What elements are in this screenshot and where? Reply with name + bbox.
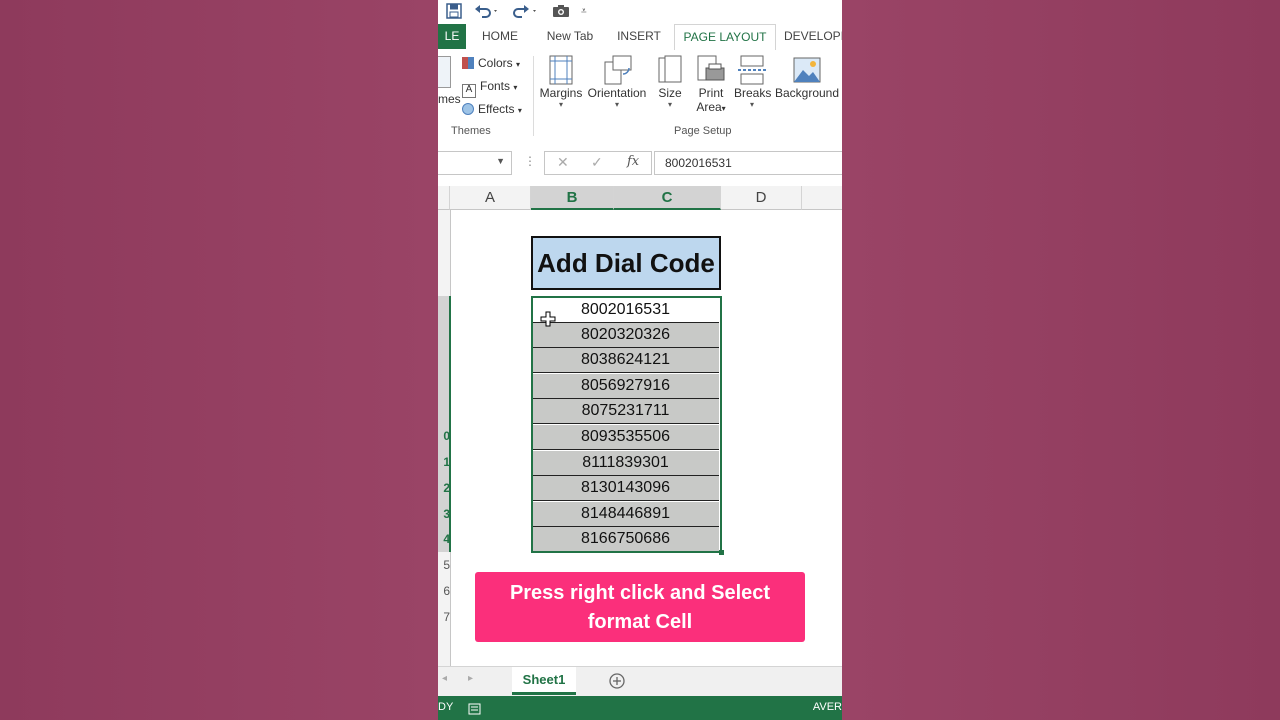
orientation-icon	[604, 55, 632, 85]
scroll-right-icon[interactable]: ▸	[468, 673, 473, 684]
breaks-button[interactable]: Breaks ▾	[734, 54, 771, 109]
background-picture-icon	[793, 57, 821, 83]
row-header-13[interactable]: 3	[438, 507, 450, 521]
tab-file[interactable]: LE	[438, 24, 466, 49]
name-box[interactable]: ▼	[438, 151, 512, 175]
ribbon-page-layout: mes Colors ▾ A Fonts ▾ Effects ▾ Themes M…	[438, 50, 842, 143]
status-ready-text: DY	[438, 701, 454, 713]
tab-page-layout[interactable]: PAGE LAYOUT	[674, 24, 776, 51]
quick-access-toolbar: ⩡	[438, 0, 842, 24]
print-area-button[interactable]: Print Area▾	[692, 54, 730, 114]
save-icon[interactable]	[446, 3, 462, 21]
size-button[interactable]: Size ▾	[654, 54, 686, 109]
chevron-down-icon: ▾	[558, 100, 563, 109]
chevron-down-icon[interactable]: ▼	[496, 156, 505, 166]
effects-button[interactable]: Effects ▾	[462, 100, 522, 118]
background-right	[842, 0, 1280, 720]
fill-handle[interactable]	[719, 550, 724, 555]
enter-icon[interactable]: ✓	[591, 154, 603, 171]
background-left	[0, 0, 438, 720]
themes-button-label[interactable]: mes	[438, 92, 461, 106]
breaks-icon	[738, 55, 766, 85]
themes-gallery-icon[interactable]	[438, 56, 451, 88]
chevron-down-icon: ▾	[667, 100, 672, 109]
themes-group-label: Themes	[451, 125, 491, 137]
instruction-callout: Press right click and Select format Cell	[475, 572, 805, 642]
title-cell[interactable]: Add Dial Code	[531, 236, 721, 290]
camera-icon[interactable]	[552, 3, 570, 21]
more-icon: ⋮	[524, 154, 536, 168]
formula-buttons: ✕ ✓ fx	[544, 151, 652, 175]
colors-button[interactable]: Colors ▾	[462, 54, 520, 72]
column-header-e[interactable]	[802, 186, 842, 210]
row-header-16[interactable]: 6	[438, 584, 450, 598]
tab-home[interactable]: HOME	[476, 24, 524, 49]
macro-record-icon[interactable]	[468, 701, 481, 720]
cancel-icon[interactable]: ✕	[557, 154, 569, 171]
callout-line-1: Press right click and Select	[509, 582, 771, 604]
status-average-text: AVER	[812, 701, 842, 713]
scroll-left-icon[interactable]: ◂	[442, 673, 447, 684]
cell-cursor-icon	[540, 311, 556, 327]
select-all-corner[interactable]	[438, 186, 450, 210]
add-sheet-icon[interactable]	[608, 672, 626, 695]
tab-insert[interactable]: INSERT	[614, 24, 664, 49]
chevron-down-icon: ▾	[749, 100, 754, 109]
background-button[interactable]: Background	[774, 54, 840, 100]
formula-bar: ▼ ⋮ ✕ ✓ fx 8002016531	[438, 142, 842, 187]
column-header-b[interactable]: B	[531, 186, 614, 210]
row-header-17[interactable]: 7	[438, 610, 450, 624]
column-header-a[interactable]: A	[450, 186, 531, 210]
insert-function-icon[interactable]: fx	[627, 154, 639, 169]
redo-icon[interactable]	[512, 3, 538, 21]
colors-icon	[462, 57, 474, 69]
undo-icon[interactable]	[474, 3, 500, 21]
row-header-11[interactable]: 1	[438, 455, 450, 469]
ribbon-tabs: LE HOME New Tab INSERT PAGE LAYOUT DEVEL…	[438, 24, 842, 51]
fonts-button[interactable]: A Fonts ▾	[462, 77, 517, 98]
row-header-14[interactable]: 4	[438, 532, 450, 546]
size-icon	[658, 55, 682, 83]
sheet-tab-bar: ◂ ▸ Sheet1	[438, 666, 842, 697]
row-header-12[interactable]: 2	[438, 481, 450, 495]
tab-developer[interactable]: DEVELOPE	[784, 24, 842, 49]
excel-window: ⩡ LE HOME New Tab INSERT PAGE LAYOUT DEV…	[438, 0, 842, 720]
orientation-button[interactable]: Orientation ▾	[586, 54, 648, 109]
margins-icon	[549, 55, 573, 85]
selection-border	[531, 296, 722, 553]
status-bar: DY AVER	[438, 696, 842, 720]
column-header-d[interactable]: D	[721, 186, 802, 210]
print-area-icon	[697, 55, 725, 81]
page-setup-group-label: Page Setup	[674, 125, 732, 137]
customize-toolbar-icon[interactable]: ⩡	[581, 3, 587, 21]
sheet-tab-sheet1[interactable]: Sheet1	[512, 667, 576, 695]
callout-line-2: format Cell	[587, 611, 693, 633]
effects-icon	[462, 103, 474, 115]
chevron-down-icon: ▾	[614, 100, 619, 109]
column-header-c[interactable]: C	[614, 186, 721, 210]
row-header-15[interactable]: 5	[438, 558, 450, 572]
ribbon-group-separator	[533, 56, 534, 136]
fonts-icon: A	[462, 84, 476, 98]
tab-new-tab[interactable]: New Tab	[538, 24, 602, 49]
margins-button[interactable]: Margins ▾	[538, 54, 584, 109]
row-header-10[interactable]: 0	[438, 429, 450, 443]
formula-input[interactable]: 8002016531	[654, 151, 842, 175]
